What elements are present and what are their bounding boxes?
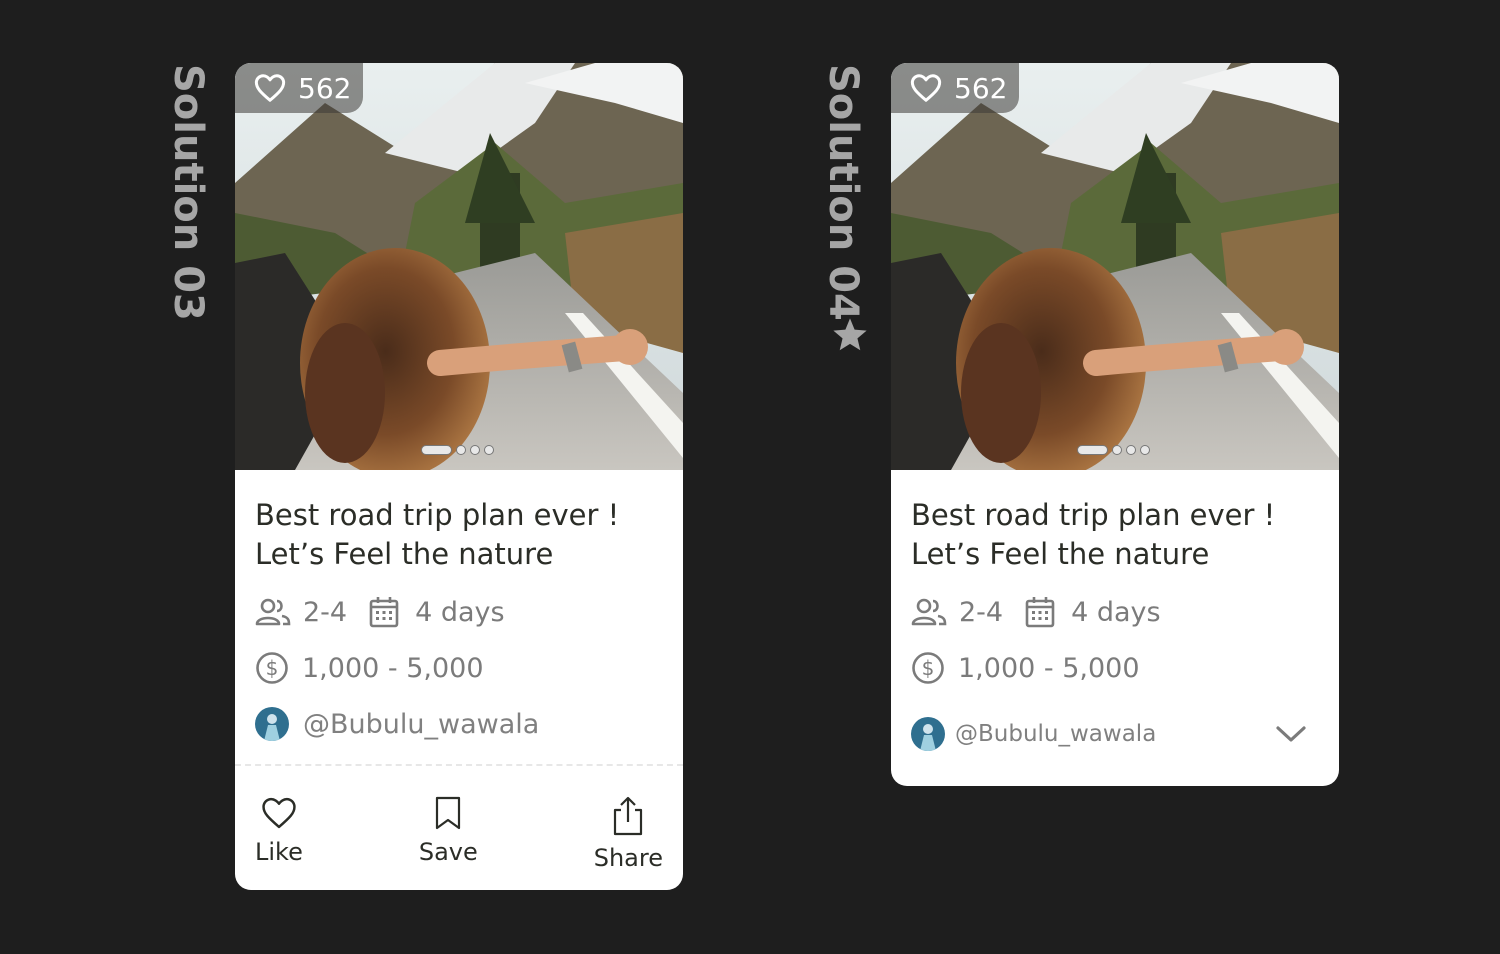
avatar[interactable] bbox=[255, 707, 289, 741]
group-and-duration-row: 2-4 4 days bbox=[911, 592, 1319, 632]
author-handle[interactable]: @Bubulu_wawala bbox=[303, 709, 539, 740]
author-row[interactable]: @Bubulu_wawala bbox=[911, 714, 1319, 754]
trip-title-line-1: Best road trip plan ever ! bbox=[255, 498, 620, 532]
heart-icon bbox=[262, 797, 296, 829]
carousel-dot[interactable] bbox=[1140, 445, 1150, 455]
people-icon bbox=[911, 598, 947, 626]
like-button[interactable]: Like bbox=[255, 796, 303, 872]
trip-title-line-1: Best road trip plan ever ! bbox=[911, 498, 1276, 532]
carousel-dot[interactable] bbox=[1112, 445, 1122, 455]
like-button-label: Like bbox=[255, 838, 303, 866]
chevron-down-icon bbox=[1276, 726, 1306, 742]
trip-card-solution-04[interactable]: 562 Best road trip plan ever ! Let’s Fee… bbox=[891, 63, 1339, 786]
like-count: 562 bbox=[298, 71, 352, 105]
trip-title-line-2: Let’s Feel the nature bbox=[911, 537, 1210, 571]
svg-text:$: $ bbox=[922, 656, 935, 680]
price-row: $ 1,000 - 5,000 bbox=[255, 648, 663, 688]
dollar-circle-icon: $ bbox=[911, 651, 945, 685]
bookmark-icon bbox=[436, 796, 461, 830]
save-button-label: Save bbox=[418, 838, 478, 866]
group-size: 2-4 bbox=[303, 596, 348, 628]
carousel-dot[interactable] bbox=[470, 445, 480, 455]
road-trip-photo bbox=[891, 63, 1339, 470]
trip-title: Best road trip plan ever ! Let’s Feel th… bbox=[255, 496, 663, 574]
carousel-indicator[interactable] bbox=[1077, 445, 1150, 455]
dollar-circle-icon: $ bbox=[255, 651, 289, 685]
trip-photo[interactable]: 562 bbox=[891, 63, 1339, 470]
save-button[interactable]: Save bbox=[419, 796, 478, 872]
carousel-dot-active[interactable] bbox=[421, 445, 452, 455]
trip-title: Best road trip plan ever ! Let’s Feel th… bbox=[911, 496, 1319, 574]
carousel-dot[interactable] bbox=[484, 445, 494, 455]
author-handle[interactable]: @Bubulu_wawala bbox=[955, 721, 1275, 747]
price-row: $ 1,000 - 5,000 bbox=[911, 648, 1319, 688]
carousel-indicator[interactable] bbox=[421, 445, 494, 455]
author-row[interactable]: @Bubulu_wawala bbox=[255, 704, 663, 744]
like-count: 562 bbox=[954, 71, 1008, 105]
people-icon bbox=[255, 598, 291, 626]
price-range: 1,000 - 5,000 bbox=[958, 652, 1140, 684]
share-icon bbox=[614, 796, 643, 836]
svg-text:$: $ bbox=[266, 656, 279, 680]
heart-icon bbox=[910, 74, 942, 102]
solution-04-label: Solution 04 bbox=[820, 64, 866, 321]
like-count-badge[interactable]: 562 bbox=[235, 63, 363, 113]
avatar[interactable] bbox=[911, 717, 945, 751]
solution-03-label: Solution 03 bbox=[165, 64, 211, 321]
trip-duration: 4 days bbox=[1071, 596, 1161, 628]
share-button-label: Share bbox=[593, 844, 663, 872]
carousel-dot[interactable] bbox=[1126, 445, 1136, 455]
road-trip-photo bbox=[235, 63, 683, 470]
heart-icon bbox=[254, 74, 286, 102]
star-icon bbox=[833, 318, 867, 351]
carousel-dot[interactable] bbox=[456, 445, 466, 455]
trip-card-solution-03[interactable]: 562 Best road trip plan ever ! Let’s Fee… bbox=[235, 63, 683, 890]
like-count-badge[interactable]: 562 bbox=[891, 63, 1019, 113]
group-and-duration-row: 2-4 4 days bbox=[255, 592, 663, 632]
carousel-dot-active[interactable] bbox=[1077, 445, 1108, 455]
trip-photo[interactable]: 562 bbox=[235, 63, 683, 470]
expand-actions-button[interactable] bbox=[1275, 724, 1307, 744]
calendar-icon bbox=[1025, 596, 1055, 628]
share-button[interactable]: Share bbox=[594, 796, 663, 872]
group-size: 2-4 bbox=[959, 596, 1004, 628]
trip-title-line-2: Let’s Feel the nature bbox=[255, 537, 554, 571]
action-bar: Like Save Share bbox=[235, 766, 683, 872]
price-range: 1,000 - 5,000 bbox=[302, 652, 484, 684]
calendar-icon bbox=[369, 596, 399, 628]
trip-duration: 4 days bbox=[415, 596, 505, 628]
